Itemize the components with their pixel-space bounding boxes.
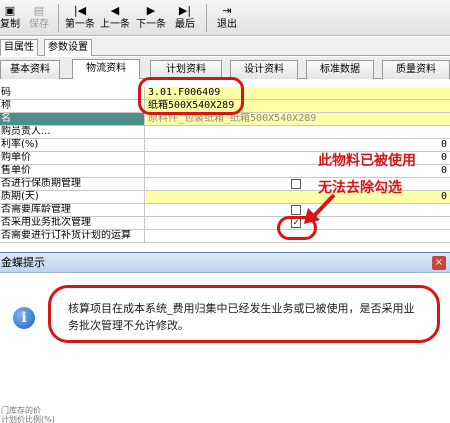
tab-parameter-settings[interactable]: 参数设置: [44, 39, 92, 56]
copy-label: 复制: [0, 19, 20, 30]
last-record-icon: ▶|: [178, 4, 192, 17]
annotation-oval-code-name: [138, 77, 244, 115]
table-row: 购员责人...: [0, 126, 450, 139]
prev-record-button[interactable]: ◀ 上一条: [98, 2, 132, 34]
underlying-row-label: 计划价比例(%): [1, 415, 55, 423]
row-label: 否进行保质期管理: [0, 178, 145, 190]
row-label: 名: [0, 113, 145, 125]
save-button[interactable]: ▤ 保存: [26, 2, 52, 34]
exit-button[interactable]: ⇥ 退出: [213, 2, 241, 34]
row-label: 码: [0, 87, 145, 99]
prev-record-icon: ◀: [110, 4, 120, 17]
row-label[interactable]: 购员责人...: [0, 126, 145, 138]
outer-tab-bar: 目属性 参数设置: [0, 37, 450, 56]
row-value[interactable]: 0: [146, 191, 450, 203]
row-number: 0: [440, 165, 447, 176]
row-label: 质期(天): [0, 191, 145, 203]
row-label: 否需要进行订补货计划的运算: [0, 230, 145, 242]
toolbar-separator: [58, 4, 59, 32]
info-icon: i: [13, 307, 35, 329]
dialog-title: 金蝶提示: [0, 253, 450, 273]
table-row: 否需要进行订补货计划的运算: [0, 230, 450, 243]
row-label: 购单价: [0, 152, 145, 164]
first-record-button[interactable]: |◀ 第一条: [63, 2, 97, 34]
kingdee-prompt-dialog: 金蝶提示 × i 核算项目在成本系统_费用归集中已经发生业务或已被使用，是否采用…: [0, 252, 450, 423]
toolbar-separator: [206, 4, 207, 32]
row-number: 0: [440, 139, 447, 150]
annotation-arrow-icon: [304, 193, 336, 224]
tab-basic-info[interactable]: 基本资料: [0, 60, 60, 79]
close-icon[interactable]: ×: [432, 256, 446, 270]
tab-logistics-info[interactable]: 物流资料: [72, 59, 140, 79]
row-number: 0: [440, 191, 447, 202]
next-record-label: 下一条: [136, 19, 166, 30]
copy-button[interactable]: ▣ 复制: [0, 2, 20, 34]
table-row: 否采用业务批次管理 ✓: [0, 217, 450, 230]
next-record-button[interactable]: ▶ 下一条: [133, 2, 169, 34]
inner-tab-bar: 基本资料 物流资料 计划资料 设计资料 标准数据 质量资料: [0, 57, 450, 79]
last-record-button[interactable]: ▶| 最后: [172, 2, 198, 34]
row-label: 否采用业务批次管理: [0, 217, 145, 229]
tab-standard-data[interactable]: 标准数据: [306, 60, 374, 79]
save-icon: ▤: [33, 4, 45, 17]
first-record-label: 第一条: [65, 19, 95, 30]
save-label: 保存: [29, 19, 49, 30]
row-label: 称: [0, 100, 145, 112]
copy-icon: ▣: [4, 4, 16, 17]
annotation-oval-message: [48, 285, 440, 343]
tab-item-properties[interactable]: 目属性: [0, 39, 38, 56]
row-value: [146, 204, 450, 216]
toolbar: ▣ 复制 ▤ 保存 |◀ 第一条 ◀ 上一条 ▶ 下一条 ▶| 最后 ⇥ 退出: [0, 0, 450, 36]
underlying-row-label: 门库存的价: [1, 406, 41, 415]
row-value: [146, 178, 450, 190]
tab-design-info[interactable]: 设计资料: [230, 60, 298, 79]
prev-record-label: 上一条: [100, 19, 130, 30]
first-record-icon: |◀: [73, 4, 87, 17]
row-value[interactable]: [146, 126, 450, 138]
exit-label: 退出: [217, 19, 237, 30]
row-label: 利率(%): [0, 139, 145, 151]
shelf-life-checkbox[interactable]: [291, 179, 301, 189]
underlying-grid-rows: 门库存的价 计划价比例(%): [0, 406, 450, 423]
exit-icon: ⇥: [222, 4, 232, 17]
tab-quality-info[interactable]: 质量资料: [382, 60, 450, 79]
row-label: 售单价: [0, 165, 145, 177]
row-label: 否需要库龄管理: [0, 204, 145, 216]
annotation-text-used: 此物料已被使用: [318, 153, 416, 169]
last-record-label: 最后: [175, 19, 195, 30]
row-number: 0: [440, 152, 447, 163]
next-record-icon: ▶: [146, 4, 156, 17]
stock-age-checkbox[interactable]: [291, 205, 301, 215]
table-row: 否需要库龄管理: [0, 204, 450, 217]
